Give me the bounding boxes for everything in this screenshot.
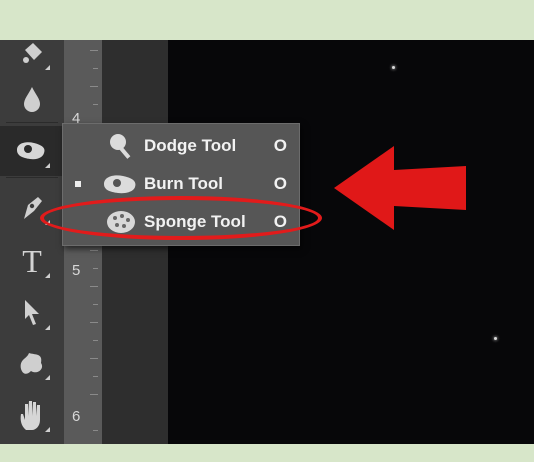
selected-indicator [75,181,81,187]
custom-shape-tool[interactable] [0,338,64,388]
hand-icon [20,401,40,430]
flyout-item-dodge-tool[interactable]: Dodge Tool O [63,127,299,165]
flyout-item-shortcut: O [273,174,287,193]
ruler-label: 6 [72,408,81,425]
type-icon: T [22,242,42,279]
canvas-star [494,337,497,340]
photoshop-window: T 4 5 6 Dodge Tool O Burn Tool O Sponge … [0,40,534,444]
dodge-icon [101,131,141,161]
ruler-label: 5 [72,262,81,279]
burn-icon [101,169,141,199]
burn-tool[interactable] [0,126,64,176]
blur-tool[interactable] [0,74,64,124]
annotation-arrow-icon [334,146,466,230]
canvas-star [392,66,395,69]
flyout-item-shortcut: O [273,136,287,155]
path-selection-arrow-icon [25,300,39,325]
flyout-item-label: Burn Tool [144,174,223,193]
custom-shape-icon [20,353,43,374]
tools-panel: T [0,40,64,444]
paint-bucket-tool[interactable] [0,40,64,78]
blur-drop-icon [24,87,40,112]
flyout-item-label: Dodge Tool [144,136,237,155]
burn-hand-icon [17,142,45,160]
paint-bucket-icon [23,43,42,63]
path-selection-tool[interactable] [0,288,64,338]
hand-tool[interactable] [0,390,64,440]
annotation-highlight-ellipse [40,196,322,240]
type-tool[interactable]: T [0,236,64,286]
